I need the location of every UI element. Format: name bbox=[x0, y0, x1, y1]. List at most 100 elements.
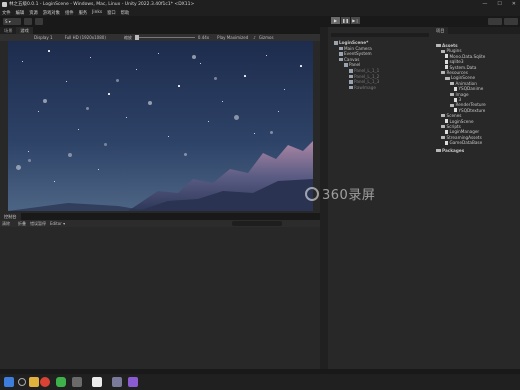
game-viewport[interactable] bbox=[8, 41, 313, 211]
pause-button[interactable]: ❚❚ bbox=[341, 17, 350, 24]
project-folder[interactable]: Scripts bbox=[440, 124, 461, 129]
project-item-label: Animation bbox=[455, 80, 477, 86]
project-asset[interactable]: YSQDtexture bbox=[454, 108, 485, 113]
wechat-icon[interactable] bbox=[56, 377, 66, 387]
hierarchy-item[interactable]: Main Camera bbox=[339, 46, 372, 51]
project-folder[interactable]: Packages bbox=[436, 148, 464, 153]
hierarchy-item[interactable]: Canvas bbox=[339, 57, 359, 62]
hierarchy-item[interactable]: LoginScene* bbox=[334, 40, 368, 45]
play-mode-dropdown[interactable]: Play Maximized bbox=[217, 35, 248, 40]
hierarchy-item[interactable]: Panel_L_1_2 bbox=[349, 74, 379, 79]
play-button[interactable]: ▶ bbox=[331, 17, 340, 24]
step-button[interactable]: ▶❘ bbox=[351, 17, 360, 24]
menu-edit[interactable]: 编辑 bbox=[16, 10, 25, 16]
start-icon[interactable] bbox=[4, 377, 14, 387]
layers-dropdown[interactable] bbox=[488, 17, 502, 25]
project-folder[interactable]: Resources bbox=[440, 70, 468, 75]
tab-scene[interactable]: 场景 bbox=[0, 27, 17, 34]
file-explorer-icon[interactable] bbox=[29, 377, 39, 387]
menu-help[interactable]: 帮助 bbox=[121, 10, 130, 16]
console-clear-button[interactable]: 清除 bbox=[2, 221, 10, 227]
project-asset[interactable]: System.Data bbox=[445, 65, 476, 70]
console-collapse-button[interactable]: 折叠 bbox=[18, 221, 26, 227]
project-folder[interactable]: LoginScene bbox=[445, 75, 475, 80]
account-dropdown[interactable]: S ▾ bbox=[3, 17, 21, 25]
project-asset[interactable]: YSQDanime bbox=[454, 86, 483, 91]
project-item-label: Mono.Data.Sqlite bbox=[449, 53, 486, 59]
hierarchy-item[interactable]: Panel_L_1_1 bbox=[349, 68, 379, 73]
cloud-icon[interactable] bbox=[24, 17, 32, 25]
project-asset[interactable]: GameDataBase bbox=[445, 140, 482, 145]
search-icon[interactable] bbox=[18, 378, 26, 386]
project-asset[interactable]: LoginScene bbox=[445, 119, 474, 124]
app-icon[interactable] bbox=[112, 377, 122, 387]
file-icon bbox=[445, 129, 448, 134]
gizmos-dropdown[interactable]: Gizmos bbox=[259, 35, 274, 40]
display-dropdown[interactable]: Display 1 bbox=[34, 35, 53, 40]
gameobject-icon bbox=[339, 57, 343, 62]
project-asset[interactable]: sqlite3 bbox=[445, 59, 464, 64]
console-editor-dropdown[interactable]: Editor ▾ bbox=[50, 221, 65, 226]
project-item-label: RenderTexture bbox=[455, 102, 486, 108]
hierarchy-item[interactable]: RawImage bbox=[349, 85, 376, 90]
console-panel: 控制台 清除 折叠 错误暂停 Editor ▾ bbox=[0, 213, 320, 369]
gameobject-icon bbox=[344, 63, 348, 67]
game-view-tabs: 场景 游戏 bbox=[0, 27, 320, 34]
scale-value: 0.44x bbox=[197, 35, 210, 40]
folder-icon bbox=[440, 114, 445, 118]
menu-services[interactable]: 服务 bbox=[79, 10, 88, 16]
maximize-button[interactable]: ☐ bbox=[497, 1, 501, 7]
project-asset[interactable]: LoginManager bbox=[445, 129, 479, 134]
project-folder[interactable]: Image bbox=[449, 92, 469, 97]
hierarchy-item-label: RawImage bbox=[354, 84, 376, 90]
console-error-pause-button[interactable]: 错误暂停 bbox=[30, 221, 46, 227]
menu-assets[interactable]: 资源 bbox=[29, 10, 38, 16]
gameobject-icon bbox=[339, 46, 343, 51]
mute-icon[interactable]: ♪ bbox=[253, 35, 256, 40]
file-icon bbox=[445, 65, 448, 70]
folder-icon bbox=[436, 149, 441, 153]
project-folder[interactable]: StreamingAssets bbox=[440, 134, 482, 140]
folder-icon bbox=[449, 92, 454, 96]
tab-console[interactable]: 控制台 bbox=[0, 213, 21, 220]
project-asset[interactable]: 3 bbox=[454, 97, 461, 102]
task-icon[interactable] bbox=[72, 377, 82, 387]
hierarchy-item-label: LoginScene* bbox=[339, 40, 369, 45]
tab-project[interactable]: 项目 bbox=[432, 27, 449, 34]
file-icon bbox=[445, 119, 448, 124]
menu-window[interactable]: 窗口 bbox=[107, 10, 116, 16]
folder-icon bbox=[445, 76, 450, 80]
hierarchy-item[interactable]: Panel_L_1_3 bbox=[349, 79, 379, 84]
project-asset[interactable]: Mono.Data.Sqlite bbox=[445, 54, 485, 59]
scale-slider-handle[interactable] bbox=[134, 35, 139, 40]
menu-file[interactable]: 文件 bbox=[2, 10, 11, 16]
scale-slider[interactable] bbox=[134, 35, 195, 40]
project-item-label: LoginScene bbox=[451, 75, 476, 81]
collab-icon[interactable] bbox=[35, 17, 43, 25]
gameobject-icon bbox=[339, 52, 343, 56]
project-folder[interactable]: Assets bbox=[436, 43, 458, 48]
chrome-icon[interactable] bbox=[40, 377, 50, 387]
layout-dropdown[interactable] bbox=[504, 17, 518, 25]
project-folder[interactable]: Animation bbox=[449, 80, 477, 86]
hierarchy-search-input[interactable] bbox=[331, 33, 429, 37]
minimize-button[interactable]: — bbox=[482, 1, 487, 7]
unity-taskbar-icon[interactable] bbox=[92, 377, 102, 387]
gameobject-icon bbox=[349, 85, 353, 90]
hierarchy-item-label: Panel_L_1_2 bbox=[354, 73, 380, 79]
hierarchy-item[interactable]: Panel bbox=[344, 62, 360, 67]
console-search-input[interactable] bbox=[232, 221, 282, 226]
project-folder[interactable]: Scenes bbox=[440, 113, 461, 118]
menu-jinks[interactable]: Jinks bbox=[92, 10, 102, 15]
project-folder[interactable]: Plugins bbox=[440, 48, 462, 53]
resolution-dropdown[interactable]: Full HD (1920x1080) bbox=[65, 35, 106, 40]
hierarchy-item-label: Panel bbox=[349, 62, 361, 68]
close-button[interactable]: ✕ bbox=[512, 1, 516, 7]
visual-studio-icon[interactable] bbox=[128, 377, 138, 387]
project-item-label: StreamingAssets bbox=[446, 134, 482, 140]
tab-game[interactable]: 游戏 bbox=[16, 27, 33, 34]
project-folder[interactable]: RenderTexture bbox=[449, 102, 486, 108]
hierarchy-item[interactable]: EventSystem bbox=[339, 51, 372, 56]
menu-gameobject[interactable]: 游戏对象 bbox=[43, 10, 60, 16]
menu-component[interactable]: 组件 bbox=[65, 10, 74, 16]
